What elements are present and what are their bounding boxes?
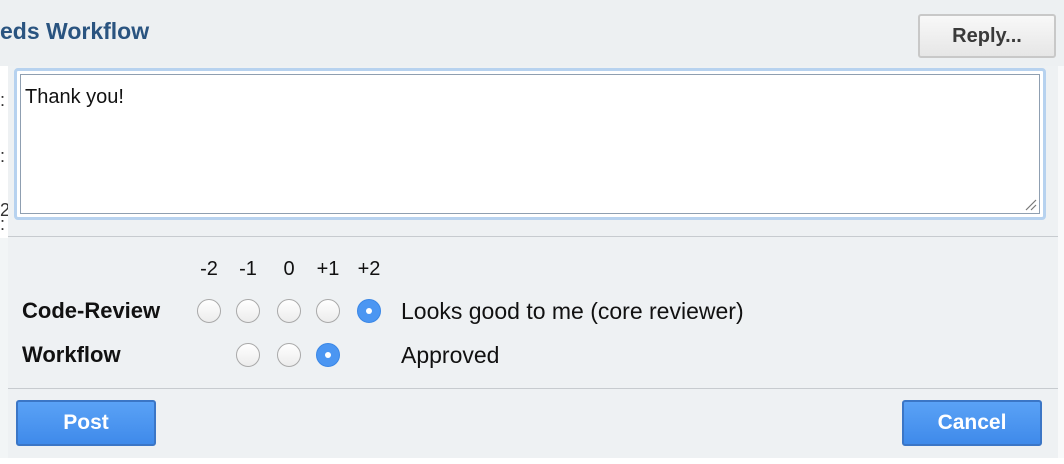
score-header: 0 [283, 258, 295, 280]
background-content: : : 2 : [0, 66, 8, 238]
post-button[interactable]: Post [16, 400, 156, 446]
resize-grip-icon[interactable] [1025, 199, 1037, 211]
reply-dialog: Thank you! -2 -1 0 +1 +2 Code-Review Loo… [8, 66, 1058, 458]
page: eds Workflow Reply... : : 2 : Thank you!… [0, 0, 1064, 464]
cancel-button[interactable]: Cancel [902, 400, 1042, 446]
divider [8, 236, 1058, 237]
background-fragment: : [0, 90, 6, 110]
code-review-radio-0[interactable] [277, 299, 301, 323]
score-header: -2 [200, 258, 218, 280]
code-review-radio-plus-2[interactable] [357, 299, 381, 323]
page-bottom-edge [0, 458, 1064, 464]
change-title: eds Workflow [0, 18, 150, 44]
workflow-label: Workflow [22, 342, 121, 367]
background-fragment: : [0, 214, 6, 234]
reply-message-input[interactable]: Thank you! [20, 74, 1040, 214]
reply-message-frame: Thank you! [14, 68, 1046, 220]
background-fragment: : [0, 146, 6, 166]
score-header: -1 [239, 258, 257, 280]
code-review-radio-minus-1[interactable] [236, 299, 260, 323]
code-review-radio-plus-1[interactable] [316, 299, 340, 323]
workflow-radio-0[interactable] [277, 343, 301, 367]
code-review-label: Code-Review [22, 298, 161, 323]
change-header: eds Workflow Reply... [0, 0, 1064, 66]
code-review-value-text: Looks good to me (core reviewer) [401, 298, 744, 324]
workflow-radio-plus-1[interactable] [316, 343, 340, 367]
divider [8, 388, 1058, 389]
reply-button[interactable]: Reply... [918, 14, 1056, 58]
workflow-radio-minus-1[interactable] [236, 343, 260, 367]
workflow-value-text: Approved [401, 342, 500, 368]
score-header: +1 [316, 258, 340, 280]
score-header: +2 [357, 258, 381, 280]
code-review-radio-minus-2[interactable] [197, 299, 221, 323]
